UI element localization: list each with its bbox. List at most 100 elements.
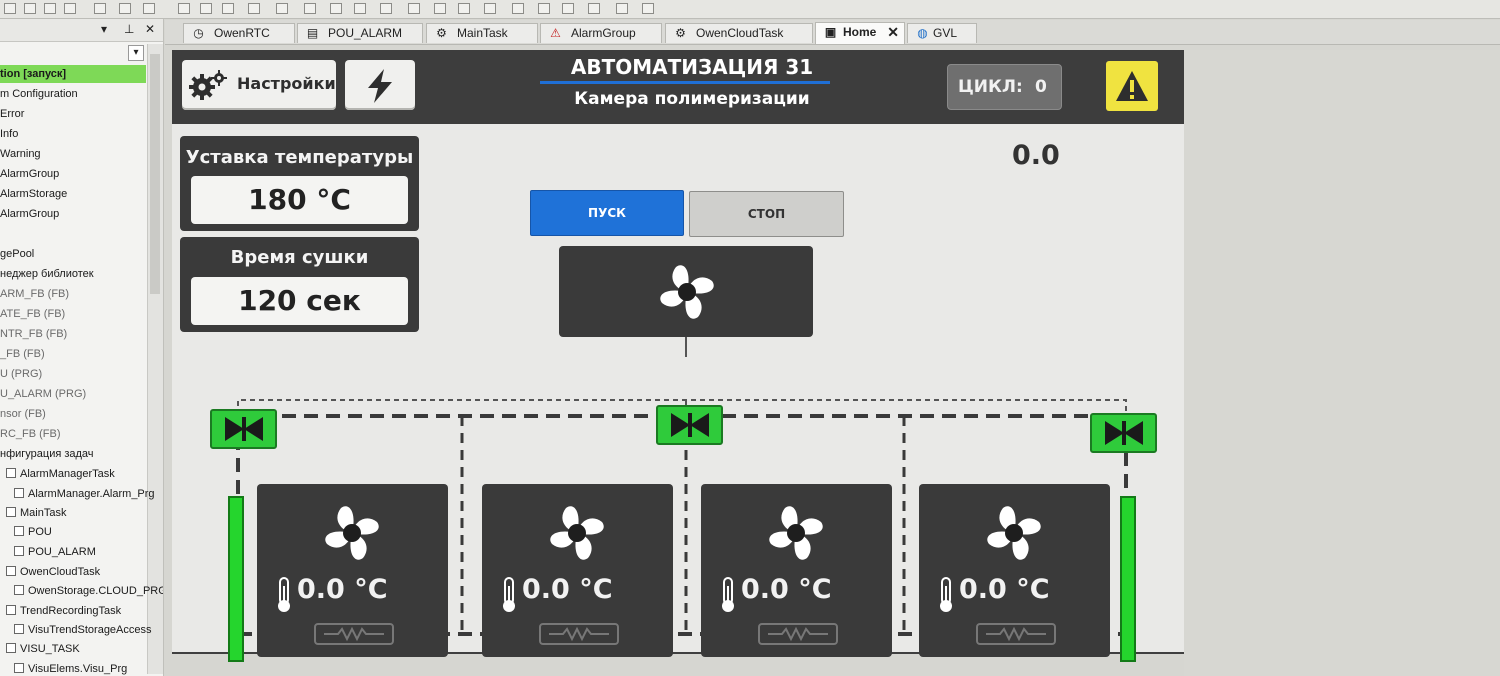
tree-item[interactable]: AlarmGroup (0, 205, 59, 223)
program-icon (14, 585, 24, 595)
alarm-button[interactable] (1106, 61, 1158, 111)
tab-alarmgroup[interactable]: ⚠ AlarmGroup (540, 23, 662, 43)
tab-label: Home (843, 25, 877, 39)
power-button[interactable] (345, 60, 415, 110)
program-icon (14, 546, 24, 556)
tree-item-label: gePool (0, 248, 35, 260)
tab-gvl[interactable]: ◍ GVL (907, 23, 977, 43)
close-tab-icon[interactable]: ✕ (887, 23, 899, 42)
toolbar-tool-icon[interactable] (44, 3, 56, 14)
toolbar-tool-icon[interactable] (64, 3, 76, 14)
toolbar-tool-icon[interactable] (562, 3, 574, 14)
tab-label: OwenCloudTask (696, 26, 784, 40)
tree-item[interactable]: неджер библиотек (0, 265, 94, 283)
toolbar-tool-icon[interactable] (512, 3, 524, 14)
toolbar-tool-icon[interactable] (304, 3, 316, 14)
tree-item-label: нфигурация задач (0, 448, 94, 460)
valve-right[interactable] (1090, 413, 1157, 453)
tree-dropdown-icon[interactable]: ▾ (128, 45, 144, 61)
toolbar-tool-icon[interactable] (538, 3, 550, 14)
tree-item-label: nsor (FB) (0, 408, 46, 420)
toolbar-tool-icon[interactable] (248, 3, 260, 14)
toolbar-tool-icon[interactable] (330, 3, 342, 14)
valve-left[interactable] (210, 409, 277, 449)
tree-item-label: TrendRecordingTask (20, 605, 122, 617)
toolbar-tool-icon[interactable] (408, 3, 420, 14)
tree-item-label: OwenStorage.CLOUD_PRG (28, 585, 164, 597)
tree-item-program[interactable]: AlarmManager.Alarm_Prg (14, 485, 155, 503)
zone-temperature: 0.0 °C (297, 574, 388, 605)
tree-item[interactable]: m Configuration (0, 85, 78, 103)
toolbar-tool-icon[interactable] (94, 3, 106, 14)
tree-item[interactable]: U_ALARM (PRG) (0, 385, 86, 403)
tree-item[interactable]: NTR_FB (FB) (0, 325, 67, 343)
tree-item-label: U_ALARM (PRG) (0, 388, 87, 400)
tree-item-program[interactable]: POU_ALARM (14, 543, 96, 561)
level-bar-left (228, 496, 244, 662)
tree-item-program[interactable]: POU (14, 523, 52, 541)
tab-pou-alarm[interactable]: ▤ POU_ALARM (297, 23, 423, 43)
toolbar-tool-icon[interactable] (24, 3, 36, 14)
toolbar-tool-icon[interactable] (200, 3, 212, 14)
toolbar-tool-icon[interactable] (119, 3, 131, 14)
tree-item[interactable]: U (PRG) (0, 365, 42, 383)
toolbar-tool-icon[interactable] (143, 3, 155, 14)
settings-button[interactable]: Настройки (182, 60, 336, 110)
tab-label: POU_ALARM (328, 26, 403, 40)
heater-icon (314, 623, 394, 645)
tree-item[interactable]: RC_FB (FB) (0, 425, 61, 443)
cycle-value: 0 (1035, 77, 1047, 97)
tree-item-program[interactable]: OwenStorage.CLOUD_PRG (14, 582, 164, 600)
tree-item[interactable]: Error (0, 105, 24, 123)
tree-item-label: AlarmGroup (0, 208, 60, 220)
tree-item-task[interactable]: AlarmManagerTask (6, 465, 115, 483)
toolbar-tool-icon[interactable] (434, 3, 446, 14)
tree-item[interactable]: nsor (FB) (0, 405, 46, 423)
toolbar-tool-icon[interactable] (484, 3, 496, 14)
toolbar-tool-icon[interactable] (354, 3, 366, 14)
tree-scrollbar[interactable] (147, 44, 163, 674)
tab-home[interactable]: ▣ Home ✕ (815, 22, 905, 44)
toolbar-tool-icon[interactable] (4, 3, 16, 14)
tree-item-program[interactable]: VisuTrendStorageAccess (14, 621, 152, 639)
thermometer-icon (940, 577, 952, 612)
tab-owencloudtask[interactable]: ⚙ OwenCloudTask (665, 23, 813, 43)
task-icon (6, 605, 16, 615)
thermometer-icon (278, 577, 290, 612)
tab-owenrtc[interactable]: ◷ OwenRTC (183, 23, 295, 43)
valve-icon (671, 413, 709, 437)
zone-3: 0.0 °C (701, 484, 892, 657)
tab-maintask[interactable]: ⚙ MainTask (426, 23, 538, 43)
tree-item[interactable]: ARM_FB (FB) (0, 285, 69, 303)
tree-item[interactable]: Info (0, 125, 18, 143)
fan-icon (987, 506, 1041, 560)
tree-item-program[interactable]: VisuElems.Visu_Prg (14, 660, 127, 676)
toolbar-tool-icon[interactable] (616, 3, 628, 14)
tree-item[interactable]: ATE_FB (FB) (0, 305, 65, 323)
toolbar-tool-icon[interactable] (588, 3, 600, 14)
toolbar-tool-icon[interactable] (642, 3, 654, 14)
tree-item[interactable]: gePool (0, 245, 34, 263)
toolbar-tool-icon[interactable] (222, 3, 234, 14)
tree-item-label: POU (28, 526, 52, 538)
tree-item[interactable]: AlarmStorage (0, 185, 67, 203)
tree-item-task[interactable]: VISU_TASK (6, 640, 80, 658)
toolbar-tool-icon[interactable] (276, 3, 288, 14)
program-icon (14, 488, 24, 498)
toolbar-tool-icon[interactable] (458, 3, 470, 14)
close-icon[interactable]: ✕ (145, 22, 155, 36)
toolbar-tool-icon[interactable] (380, 3, 392, 14)
tree-item-application[interactable]: tion [запуск] (0, 65, 146, 83)
tree-item-task[interactable]: OwenCloudTask (6, 563, 100, 581)
toolbar-tool-icon[interactable] (178, 3, 190, 14)
tree-item[interactable]: нфигурация задач (0, 445, 94, 463)
tree-item[interactable]: Warning (0, 145, 41, 163)
tree-item-task[interactable]: MainTask (6, 504, 66, 522)
scrollbar-thumb[interactable] (150, 54, 160, 294)
panel-dropdown-icon[interactable]: ▾ (101, 22, 107, 36)
tree-item[interactable]: _FB (FB) (0, 345, 45, 363)
tree-item-task[interactable]: TrendRecordingTask (6, 602, 121, 620)
tree-item[interactable]: AlarmGroup (0, 165, 59, 183)
pin-icon[interactable]: ⊥ (124, 22, 134, 36)
valve-center[interactable] (656, 405, 723, 445)
